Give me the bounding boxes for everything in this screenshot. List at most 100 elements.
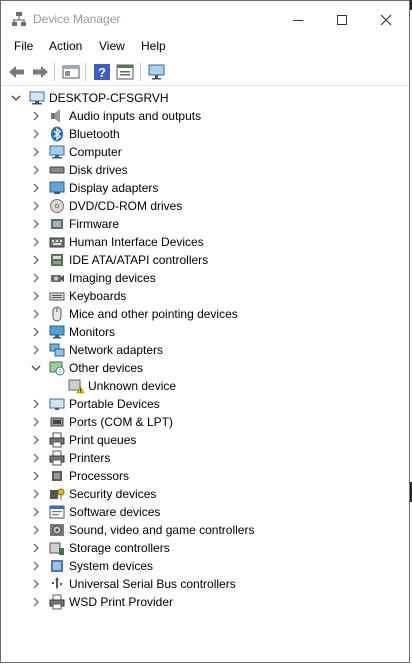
tree-root-computer[interactable]: DESKTOP-CFSGRVH [1,89,401,107]
tree-item-label: Unknown device [88,379,177,393]
chevron-right-icon[interactable] [31,197,41,215]
chevron-right-icon[interactable] [31,503,41,521]
tree-category-item[interactable]: Portable Devices [1,395,401,413]
tree-category-item[interactable]: Ports (COM & LPT) [1,413,401,431]
tree-item-label: Network adapters [69,343,164,357]
menu-view[interactable]: View [99,39,125,53]
hid-icon [49,234,65,250]
tree-item-label: Storage controllers [69,541,170,555]
chevron-right-icon[interactable] [31,431,41,449]
ide-controller-icon [49,252,65,268]
close-button[interactable] [371,7,401,31]
tree-item-label: WSD Print Provider [69,595,174,609]
port-icon [49,414,65,430]
mouse-icon [49,306,65,322]
monitor-icon [49,324,65,340]
tree-category-item[interactable]: IDE ATA/ATAPI controllers [1,251,401,269]
chevron-right-icon[interactable] [31,215,41,233]
tree-category-item[interactable]: ? Other devices [1,359,401,377]
tree-category-item[interactable]: Security devices [1,485,401,503]
chevron-right-icon[interactable] [31,449,41,467]
tree-device-item[interactable]: Unknown device [1,377,401,395]
chevron-right-icon[interactable] [31,143,41,161]
chevron-right-icon[interactable] [31,323,41,341]
bluetooth-icon [49,126,65,142]
tree-root-label: DESKTOP-CFSGRVH [49,91,169,105]
tree-category-item[interactable]: DVD/CD-ROM drives [1,197,401,215]
chevron-right-icon[interactable] [31,125,41,143]
scan-hardware-changes-icon[interactable] [147,62,167,82]
back-arrow-icon[interactable] [7,62,27,82]
chevron-right-icon[interactable] [31,287,41,305]
chevron-right-icon[interactable] [31,305,41,323]
tree-category-item[interactable]: Storage controllers [1,539,401,557]
tree-category-item[interactable]: Computer [1,143,401,161]
chevron-right-icon[interactable] [31,269,41,287]
tree-item-label: IDE ATA/ATAPI controllers [69,253,209,267]
tree-category-item[interactable]: Monitors [1,323,401,341]
tree-category-item[interactable]: Processors [1,467,401,485]
chevron-right-icon[interactable] [31,539,41,557]
tree-category-item[interactable]: WSD Print Provider [1,593,401,611]
dvd-drive-icon [49,198,65,214]
tree-category-item[interactable]: Display adapters [1,179,401,197]
security-device-icon [49,486,65,502]
chevron-right-icon[interactable] [31,593,41,611]
toolbar-separator [85,63,86,81]
properties-icon[interactable] [115,62,135,82]
title-bar[interactable]: Device Manager [1,1,409,35]
tree-item-label: Universal Serial Bus controllers [69,577,236,591]
disk-drive-icon [49,162,65,178]
tree-category-item[interactable]: Bluetooth [1,125,401,143]
minimize-button[interactable] [283,7,313,31]
chevron-right-icon[interactable] [31,161,41,179]
tree-item-label: Processors [69,469,130,483]
chevron-right-icon[interactable] [31,485,41,503]
tree-item-label: Keyboards [69,289,127,303]
tree-category-item[interactable]: Network adapters [1,341,401,359]
menu-file[interactable]: File [14,39,33,53]
tree-category-item[interactable]: Firmware [1,215,401,233]
speaker-icon [49,108,65,124]
chevron-right-icon[interactable] [31,341,41,359]
tree-category-item[interactable]: Keyboards [1,287,401,305]
tree-category-item[interactable]: Imaging devices [1,269,401,287]
tree-category-item[interactable]: Human Interface Devices [1,233,401,251]
show-hide-console-tree-icon[interactable] [61,62,81,82]
firmware-icon [49,216,65,232]
tree-category-item[interactable]: Software devices [1,503,401,521]
maximize-button[interactable] [327,7,357,31]
tree-category-item[interactable]: Print queues [1,431,401,449]
chevron-right-icon[interactable] [31,179,41,197]
chevron-right-icon[interactable] [31,251,41,269]
chevron-right-icon[interactable] [31,521,41,539]
chevron-right-icon[interactable] [31,395,41,413]
close-icon [380,14,392,26]
software-device-icon [49,504,65,520]
tree-category-item[interactable]: Universal Serial Bus controllers [1,575,401,593]
tree-category-item[interactable]: Sound, video and game controllers [1,521,401,539]
tree-category-item[interactable]: Mice and other pointing devices [1,305,401,323]
menu-action[interactable]: Action [49,39,82,53]
chevron-down-icon[interactable] [31,359,41,377]
toolbar: ? [1,58,409,86]
tree-category-item[interactable]: System devices [1,557,401,575]
printer-icon [49,450,65,466]
window-title: Device Manager [33,12,121,26]
tree-item-label: Other devices [69,361,144,375]
tree-category-item[interactable]: Printers [1,449,401,467]
chevron-right-icon[interactable] [31,413,41,431]
chevron-right-icon[interactable] [31,233,41,251]
chevron-right-icon[interactable] [31,107,41,125]
help-icon[interactable]: ? [92,62,112,82]
tree-category-item[interactable]: Audio inputs and outputs [1,107,401,125]
menu-help[interactable]: Help [141,39,166,53]
tree-item-label: Computer [69,145,122,159]
forward-arrow-icon[interactable] [30,62,50,82]
chevron-right-icon[interactable] [31,575,41,593]
chevron-down-icon[interactable] [11,89,21,107]
tree-category-item[interactable]: Disk drives [1,161,401,179]
chevron-right-icon[interactable] [31,467,41,485]
portable-device-icon [49,396,65,412]
chevron-right-icon[interactable] [31,557,41,575]
